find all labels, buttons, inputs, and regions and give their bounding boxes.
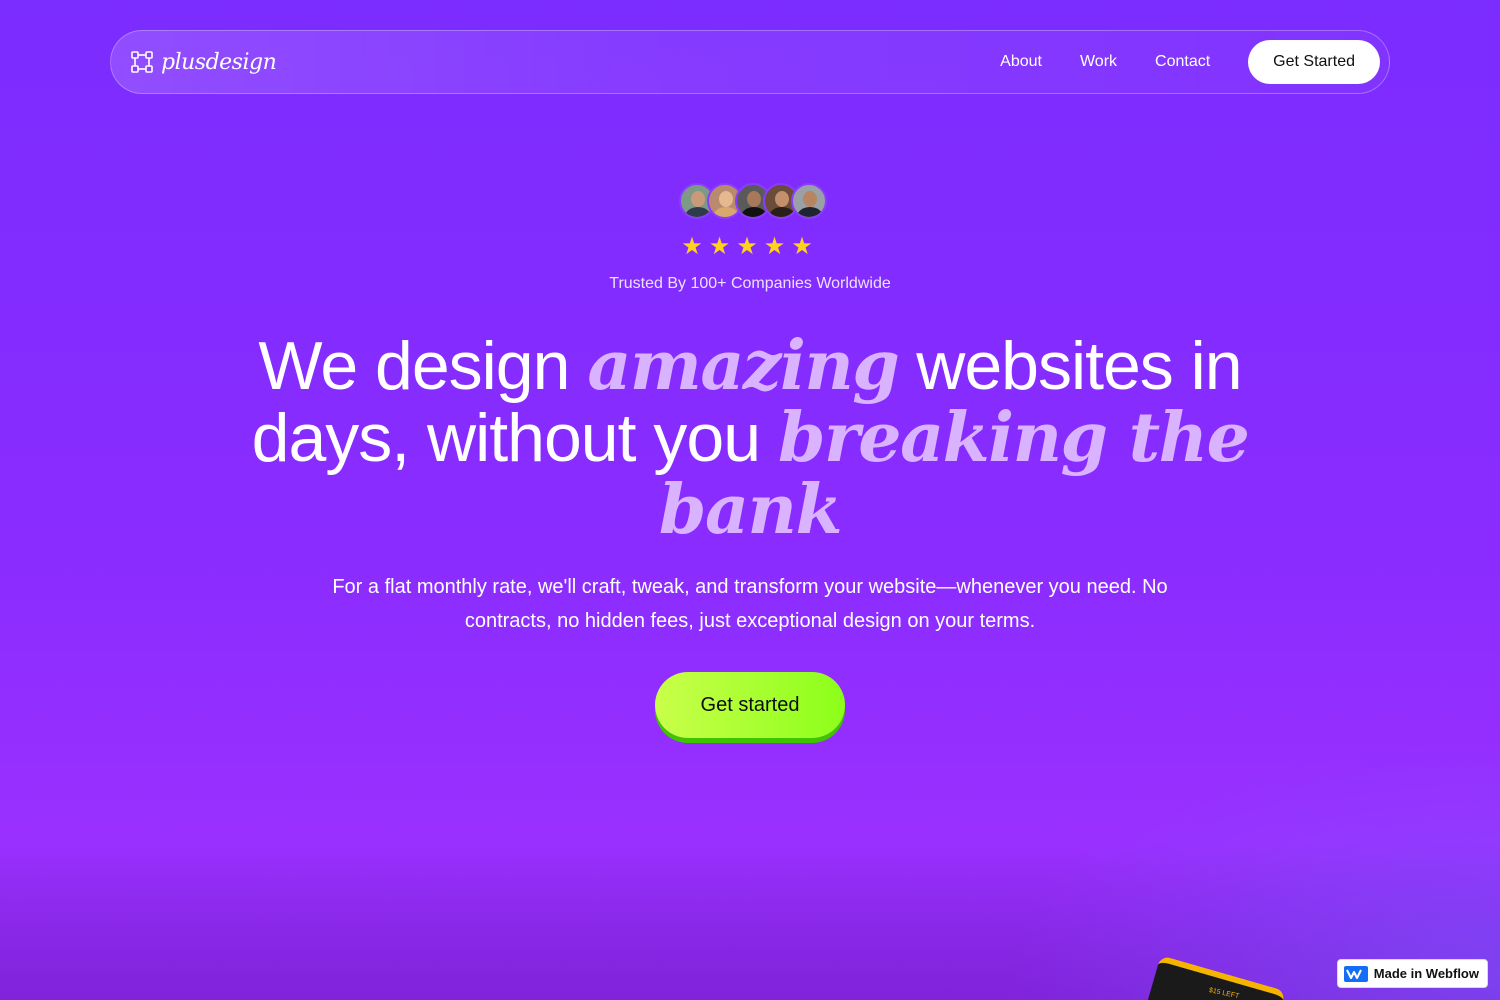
star-rating: ★★★★★ [681, 233, 819, 260]
trusted-by-text: Trusted By 100+ Companies Worldwide [609, 275, 891, 292]
headline-part-1: We design [258, 328, 588, 404]
webflow-icon [1343, 965, 1368, 982]
webflow-badge-label: Made in Webflow [1373, 966, 1479, 981]
avatar [791, 183, 827, 219]
made-in-webflow-badge[interactable]: Made in Webflow [1336, 959, 1488, 988]
brand-name: plusdesign [161, 49, 277, 75]
plus-design-logo-icon [131, 51, 153, 73]
hero-subtext: For a flat monthly rate, we'll craft, tw… [332, 576, 1168, 632]
nav-link-about[interactable]: About [1000, 53, 1042, 71]
brand-logo[interactable]: plusdesign [131, 49, 277, 75]
nav-link-work[interactable]: Work [1080, 53, 1117, 71]
get-started-nav-button[interactable]: Get Started [1248, 40, 1380, 84]
avatar-stack [679, 183, 827, 219]
pricing-card-label: $15 LEFT [1208, 987, 1240, 1000]
top-navbar: plusdesign About Work Contact Get Starte… [110, 30, 1390, 94]
nav-links: About Work Contact Get Started [1000, 40, 1380, 84]
nav-link-contact[interactable]: Contact [1155, 53, 1210, 71]
hero-headline: We design amazing websites in days, with… [200, 330, 1300, 546]
get-started-hero-button[interactable]: Get started [655, 672, 845, 738]
headline-accent-amazing: amazing [587, 326, 900, 406]
